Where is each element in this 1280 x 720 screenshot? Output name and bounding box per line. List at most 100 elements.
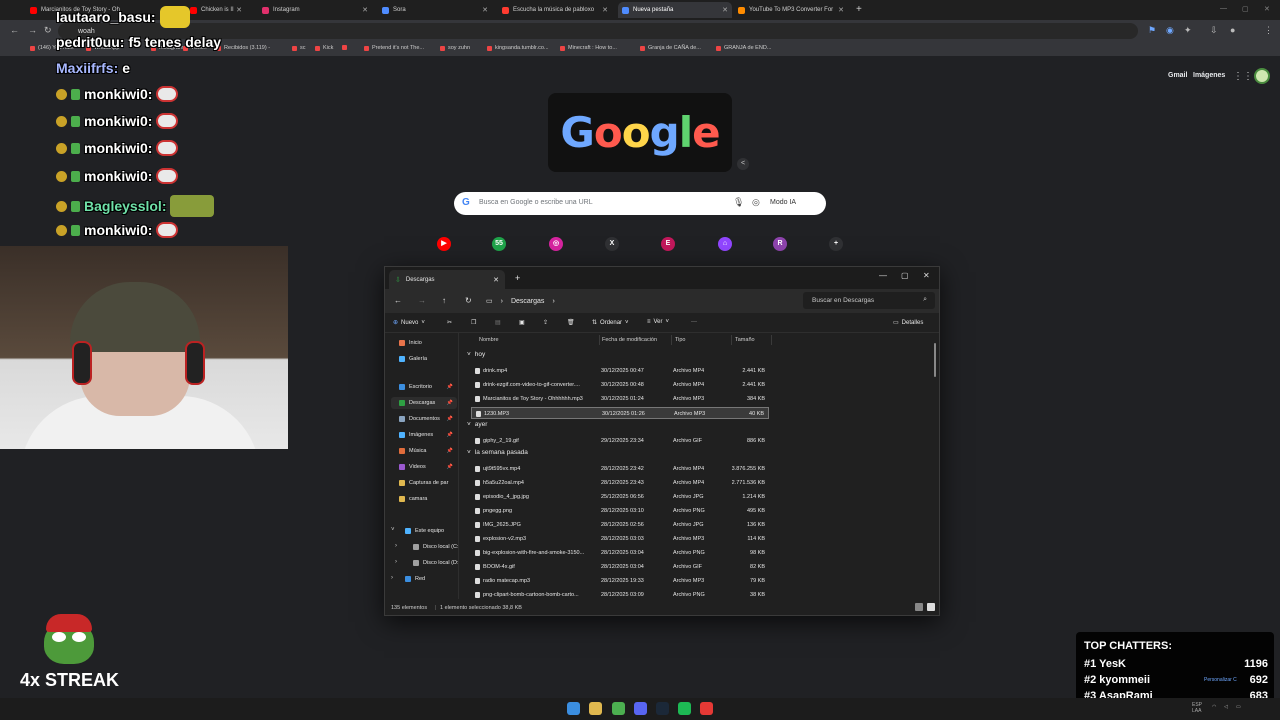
forward-icon[interactable]: → [418, 296, 426, 305]
browser-tab[interactable]: YouTube To MP3 Converter For ✕ [734, 2, 848, 18]
more-options-button[interactable]: ··· [691, 319, 697, 325]
sidebar-item[interactable]: Música 📌 [391, 445, 457, 457]
maximize-icon[interactable]: ▢ [901, 271, 909, 280]
file-row[interactable]: Marcianitos de Toy Story - Ohhhhhh.mp3 30… [471, 393, 769, 405]
close-tab-icon[interactable]: ✕ [722, 6, 728, 14]
discord-icon[interactable] [634, 702, 647, 715]
sidebar-item[interactable]: camara [391, 493, 457, 505]
column-divider[interactable] [671, 335, 672, 345]
details-button[interactable]: ▭ Detalles [893, 319, 923, 327]
sidebar-item[interactable]: Galería [391, 353, 457, 365]
ai-mode-button[interactable]: Modo IA [770, 199, 796, 206]
up-icon[interactable]: ↑ [442, 296, 446, 305]
file-row[interactable]: pngegg.png 28/12/2025 03:10 Archivo PNG 495… [471, 505, 769, 517]
shortcut-tile[interactable]: + [829, 237, 843, 251]
images-link[interactable]: Imágenes [1193, 72, 1225, 79]
extension-icon[interactable]: ⚑ [1148, 25, 1156, 36]
shortcut-tile[interactable]: R [773, 237, 787, 251]
avatar[interactable] [1254, 68, 1270, 84]
column-divider[interactable] [731, 335, 732, 345]
bookmark-item[interactable]: Granja de CAÑA de... [640, 45, 701, 51]
file-row[interactable]: explosion-v2.mp3 28/12/2025 03:03 Archivo … [471, 533, 769, 545]
sidebar-item[interactable]: Disco local (D: [391, 557, 458, 569]
browser-tab[interactable]: Sora ✕ [378, 2, 492, 18]
close-tab-icon[interactable]: ✕ [362, 6, 368, 14]
cut-icon[interactable]: ✂ [447, 319, 452, 326]
chevron-icon[interactable]: ˅ [391, 527, 395, 533]
close-tab-icon[interactable]: ✕ [493, 276, 499, 284]
close-window-icon[interactable]: ✕ [923, 271, 930, 280]
new-explorer-tab-button[interactable]: + [515, 273, 520, 283]
google-search-box[interactable]: G Busca en Google o escribe una URL 🎙 ◎ … [454, 192, 826, 215]
file-group-header[interactable]: ˅ la semana pasada [467, 449, 528, 456]
chrome-red-icon[interactable] [700, 702, 713, 715]
column-header-name[interactable]: Nombre [479, 337, 499, 343]
browser-tab[interactable]: Escucha la música de pabloxo ✕ [498, 2, 612, 18]
menu-icon[interactable]: ⋮ [1264, 25, 1273, 36]
microphone-icon[interactable]: 🎙 [733, 197, 744, 208]
spotify-icon[interactable] [678, 702, 691, 715]
shortcut-tile[interactable]: 55 [492, 237, 506, 251]
share-icon[interactable]: < [737, 158, 749, 170]
file-group-header[interactable]: ˅ hoy [467, 351, 485, 358]
file-row[interactable]: big-explosion-with-fire-and-smoke-3150..… [471, 547, 769, 559]
lens-icon[interactable]: ◎ [752, 197, 760, 208]
browser-tab[interactable]: Nueva pestaña ✕ [618, 2, 732, 18]
close-window-icon[interactable]: ✕ [1264, 5, 1270, 13]
volume-icon[interactable]: ◁ [1224, 704, 1228, 710]
minimize-icon[interactable]: — [879, 271, 887, 280]
battery-icon[interactable]: ▭ [1236, 704, 1241, 710]
file-row[interactable]: drink-ezgif.com-video-to-gif-converter..… [471, 379, 769, 391]
sidebar-item[interactable]: Videos 📌 [391, 461, 457, 473]
shortcut-tile[interactable]: ▶ [437, 237, 451, 251]
file-row[interactable]: BOOM-4x.gif 28/12/2025 03:04 Archivo GIF 82… [471, 561, 769, 573]
bookmark-item[interactable]: GRANJA de END... [716, 45, 771, 51]
bookmark-item[interactable] [342, 45, 347, 50]
shortcut-tile[interactable]: X [605, 237, 619, 251]
shortcut-tile[interactable]: E [661, 237, 675, 251]
sidebar-item[interactable]: Escritorio 📌 [391, 381, 457, 393]
column-divider[interactable] [599, 335, 600, 345]
column-header-size[interactable]: Tamaño [735, 337, 755, 343]
maximize-icon[interactable]: ▢ [1242, 5, 1249, 13]
column-header-type[interactable]: Tipo [675, 337, 686, 343]
copy-icon[interactable]: ❐ [471, 319, 476, 326]
language-indicator[interactable]: ESP LAA [1192, 702, 1202, 714]
start-icon[interactable] [567, 702, 580, 715]
download-icon[interactable]: ⇩ [1210, 25, 1218, 36]
sidebar-item[interactable]: Imágenes 📌 [391, 429, 457, 441]
shortcut-tile[interactable]: ⌂ [718, 237, 732, 251]
scrollbar[interactable] [934, 343, 936, 377]
chevron-icon[interactable]: › [395, 559, 397, 565]
close-tab-icon[interactable]: ✕ [838, 6, 844, 14]
google-apps-icon[interactable]: ⋮⋮ [1233, 71, 1253, 82]
close-tab-icon[interactable]: ✕ [602, 6, 608, 14]
column-divider[interactable] [771, 335, 772, 345]
file-row[interactable]: ujt9t595vx.mp4 28/12/2025 23:42 Archivo MP… [471, 463, 769, 475]
gmail-link[interactable]: Gmail [1168, 72, 1187, 79]
delete-icon[interactable]: 🗑 [567, 319, 575, 326]
bookmark-item[interactable]: soy zuhn [440, 45, 470, 51]
file-row[interactable]: IMG_2625.JPG 28/12/2025 02:56 Archivo JPG 1… [471, 519, 769, 531]
paste-icon[interactable]: ▤ [495, 319, 501, 326]
search-input[interactable]: Buscar en Descargas ⌕ [803, 292, 935, 309]
google-doodle[interactable]: Google [548, 93, 732, 172]
sort-button[interactable]: ⇅ Ordenar ˅ [592, 319, 629, 327]
sidebar-item[interactable]: Documentos 📌 [391, 413, 457, 425]
file-row[interactable]: episodio_4_jpg.jpg 25/12/2025 06:56 Archiv… [471, 491, 769, 503]
sidebar-item[interactable]: Capturas de par [391, 477, 457, 489]
breadcrumb-item[interactable]: Descargas [511, 298, 544, 305]
minimize-icon[interactable]: — [1220, 5, 1227, 12]
steam-icon[interactable] [656, 702, 669, 715]
column-header-date[interactable]: Fecha de modificación [602, 337, 657, 343]
shortcut-tile[interactable]: ◎ [549, 237, 563, 251]
extension-icon[interactable]: ◉ [1166, 25, 1174, 36]
view-button[interactable]: ≡ Ver ˅ [647, 319, 669, 325]
sidebar-item[interactable]: Este equipo [391, 525, 457, 537]
sidebar-item[interactable]: Descargas 📌 [391, 397, 457, 409]
file-row[interactable]: 1230.MP3 30/12/2025 01:26 Archivo MP3 40 KB [471, 407, 769, 419]
file-row[interactable]: giphy_2_19.gif 29/12/2025 23:34 Archivo GI… [471, 435, 769, 447]
details-view-icon[interactable] [915, 603, 923, 611]
file-row[interactable]: radio matecap.mp3 28/12/2025 19:33 Archivo… [471, 575, 769, 587]
close-tab-icon[interactable]: ✕ [482, 6, 488, 14]
